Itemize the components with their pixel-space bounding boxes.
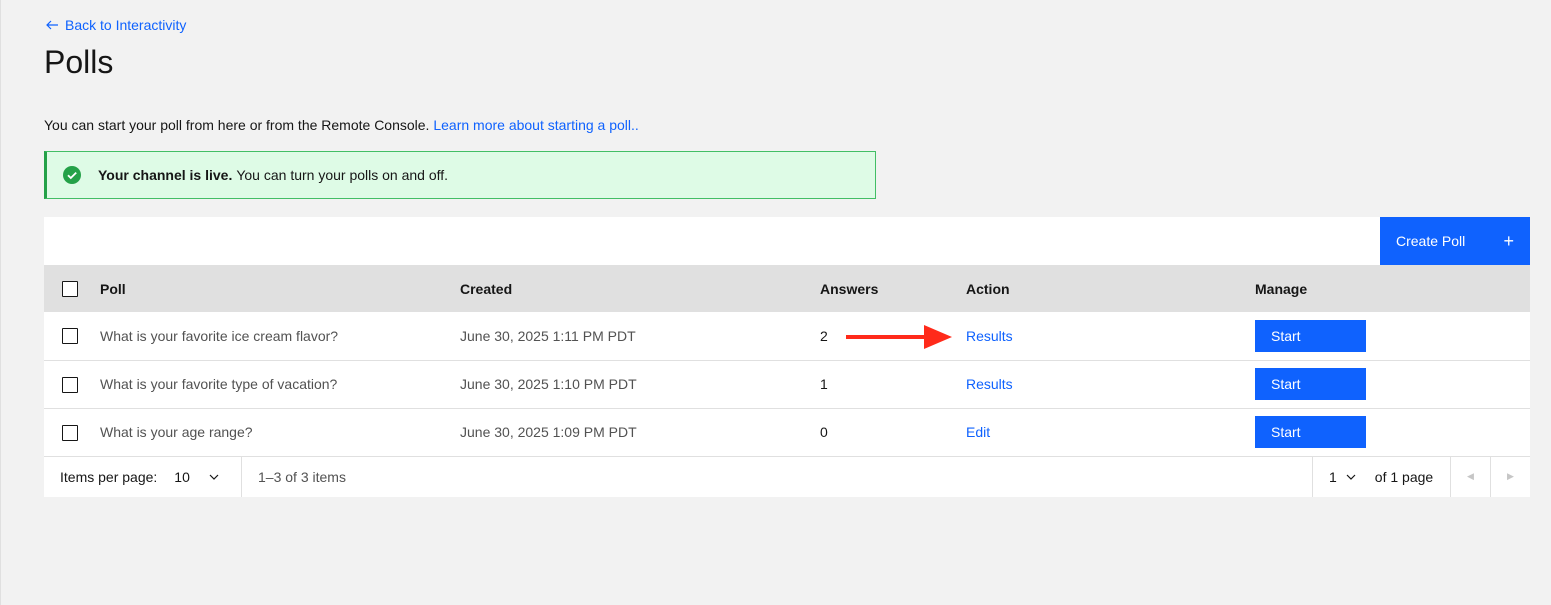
edit-link[interactable]: Edit bbox=[966, 424, 990, 440]
items-per-page-select[interactable]: 10 bbox=[174, 469, 220, 485]
polls-table-container: Create Poll + Poll Created Answers Actio… bbox=[44, 217, 1530, 497]
of-pages-text: of 1 page bbox=[1374, 468, 1434, 485]
poll-created: June 30, 2025 1:10 PM PDT bbox=[460, 376, 637, 392]
add-icon: + bbox=[1503, 231, 1514, 251]
items-per-page-group: Items per page: 10 bbox=[44, 456, 242, 497]
notification-title: Your channel is live. bbox=[98, 167, 233, 183]
pagination-bar: Items per page: 10 1–3 of 3 items 1 of 1… bbox=[44, 456, 1530, 497]
intro-description: You can start your poll from here or fro… bbox=[44, 117, 430, 133]
select-all-checkbox[interactable] bbox=[62, 281, 78, 298]
page-select-value: 1 bbox=[1329, 468, 1337, 485]
poll-question: What is your favorite type of vacation? bbox=[100, 376, 338, 392]
table-row: What is your age range? June 30, 2025 1:… bbox=[44, 408, 1530, 456]
header-poll: Poll bbox=[100, 280, 126, 297]
live-channel-notification: Your channel is live. You can turn your … bbox=[44, 151, 876, 199]
row-checkbox[interactable] bbox=[62, 328, 78, 345]
poll-question: What is your age range? bbox=[100, 424, 253, 440]
row-checkbox[interactable] bbox=[62, 424, 78, 441]
row-checkbox[interactable] bbox=[62, 376, 78, 393]
header-created: Created bbox=[460, 280, 513, 297]
create-poll-button[interactable]: Create Poll + bbox=[1380, 217, 1530, 265]
red-arrow-annotation-icon bbox=[846, 325, 952, 349]
caret-left-icon: ◀ bbox=[1467, 471, 1474, 481]
table-row: What is your favorite ice cream flavor? … bbox=[44, 312, 1530, 360]
caret-right-icon: ▶ bbox=[1507, 471, 1514, 481]
header-action: Action bbox=[966, 280, 1010, 297]
checkmark-filled-icon bbox=[63, 166, 81, 184]
back-to-interactivity-link[interactable]: Back to Interactivity bbox=[44, 17, 186, 33]
items-per-page-value: 10 bbox=[174, 468, 190, 485]
start-poll-button[interactable]: Start bbox=[1255, 416, 1366, 448]
poll-created: June 30, 2025 1:11 PM PDT bbox=[460, 327, 636, 344]
header-manage: Manage bbox=[1255, 280, 1308, 297]
chevron-down-icon bbox=[1346, 474, 1356, 480]
items-range-text: 1–3 of 3 items bbox=[258, 468, 346, 485]
intro-text: You can start your poll from here or fro… bbox=[44, 117, 639, 133]
table-row: What is your favorite type of vacation? … bbox=[44, 360, 1530, 408]
back-link-label: Back to Interactivity bbox=[65, 17, 187, 33]
page-select-group: 1 of 1 page bbox=[1312, 456, 1450, 497]
table-toolbar: Create Poll + bbox=[44, 217, 1530, 265]
results-link[interactable]: Results bbox=[966, 376, 1013, 392]
page-select[interactable]: 1 bbox=[1329, 469, 1357, 485]
table-header-row: Poll Created Answers Action Manage bbox=[44, 265, 1530, 312]
header-answers: Answers bbox=[820, 280, 879, 297]
poll-created: June 30, 2025 1:09 PM PDT bbox=[460, 424, 637, 440]
arrow-left-icon bbox=[46, 20, 58, 30]
page-navigation: 1 of 1 page ◀ ▶ bbox=[1312, 456, 1530, 497]
page-title: Polls bbox=[44, 44, 114, 80]
polls-table: Poll Created Answers Action Manage What … bbox=[44, 265, 1530, 457]
poll-question: What is your favorite ice cream flavor? bbox=[100, 327, 339, 344]
notification-message: You can turn your polls on and off. bbox=[236, 167, 449, 183]
chevron-down-icon bbox=[209, 474, 219, 480]
results-link[interactable]: Results bbox=[966, 328, 1013, 344]
start-poll-button[interactable]: Start bbox=[1255, 319, 1366, 352]
learn-more-link[interactable]: Learn more about starting a poll.. bbox=[433, 117, 638, 133]
next-page-button[interactable]: ▶ bbox=[1490, 456, 1530, 497]
create-poll-label: Create Poll bbox=[1396, 233, 1466, 249]
items-per-page-label: Items per page: bbox=[60, 468, 158, 485]
previous-page-button[interactable]: ◀ bbox=[1450, 456, 1490, 497]
poll-answers: 1 bbox=[820, 376, 828, 392]
start-poll-button[interactable]: Start bbox=[1255, 368, 1366, 400]
poll-answers: 0 bbox=[820, 424, 828, 440]
